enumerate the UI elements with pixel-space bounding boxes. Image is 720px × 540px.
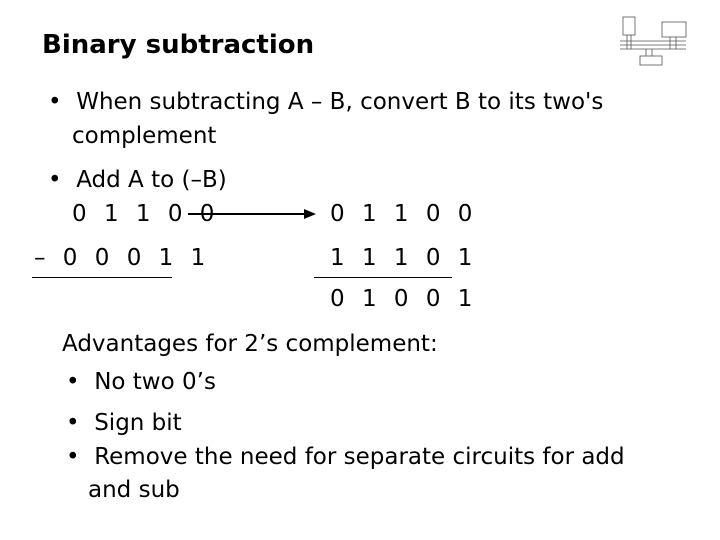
advantage-1: • No two 0’s [66, 368, 216, 396]
bullet-text: Add A to (–B) [76, 167, 227, 193]
bullet-1: • When subtracting A – B, convert B to i… [48, 88, 603, 116]
subtrahend-left: – 0 0 0 1 1 [34, 245, 211, 271]
advantage-3-continued: and sub [88, 477, 180, 503]
slide-title: Binary subtraction [42, 30, 315, 60]
bullet-2: • Add A to (–B) [48, 166, 227, 194]
bullet-marker: • [48, 89, 62, 115]
bullet-text: No two 0’s [94, 369, 216, 395]
sum-line-right [314, 277, 452, 278]
result: 0 1 0 0 1 [330, 286, 478, 312]
bullet-text: Sign bit [94, 410, 182, 436]
bullet-marker: • [66, 410, 80, 436]
advantages-heading: Advantages for 2’s complement: [62, 331, 438, 357]
bullet-text: Remove the need for separate circuits fo… [94, 444, 625, 470]
advantage-3: • Remove the need for separate circuits … [66, 443, 625, 471]
bullet-marker: • [66, 444, 80, 470]
advantage-2: • Sign bit [66, 409, 182, 437]
twos-complement-b: 1 1 1 0 1 [330, 245, 478, 271]
bullet-marker: • [48, 167, 62, 193]
bullet-1-continued: complement [72, 123, 217, 149]
bullet-text: When subtracting A – B, convert B to its… [76, 89, 604, 115]
bullet-marker: • [66, 369, 80, 395]
right-arrow-icon [188, 209, 316, 219]
sum-line-left [32, 277, 172, 278]
computer-bus-diagram-icon [620, 16, 687, 66]
operand-a-right: 0 1 1 0 0 [330, 201, 478, 227]
